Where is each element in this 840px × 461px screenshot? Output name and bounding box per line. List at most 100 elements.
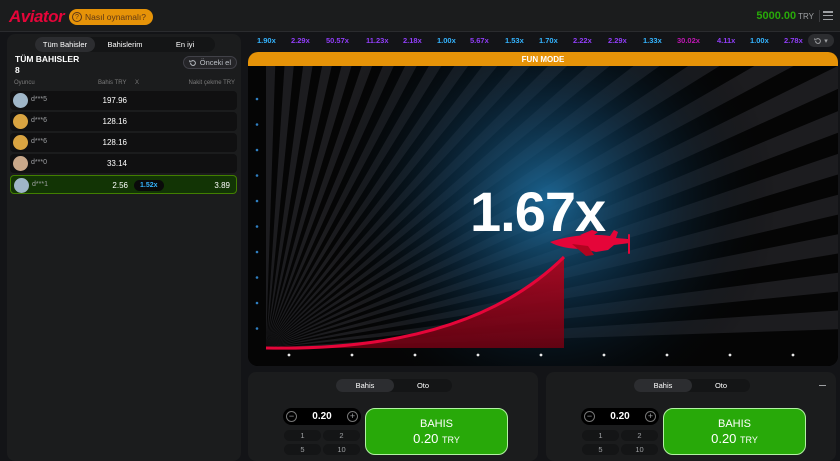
minus-icon[interactable]: − (584, 411, 595, 422)
bets-tabs: Tüm Bahisler Bahislerim En iyi (35, 37, 215, 52)
tab-bet[interactable]: Bahis (634, 379, 692, 392)
previous-round-button[interactable]: Önceki el (182, 56, 237, 69)
col-cashout: Nakit çekme TRY (188, 80, 235, 86)
y-axis-dot (255, 199, 259, 203)
history-item[interactable]: 2.22x (573, 36, 592, 45)
plus-icon[interactable]: + (347, 411, 358, 422)
tab-auto[interactable]: Oto (394, 379, 452, 392)
col-player: Oyuncu (14, 80, 35, 86)
tab-bet[interactable]: Bahis (336, 379, 394, 392)
history-item[interactable]: 50.57x (326, 36, 349, 45)
bet-panel-1: Bahis Oto − 0.20 + 1 2 5 10 BAHIS 0.20 T… (248, 372, 538, 461)
x-axis-dot (476, 353, 480, 357)
bet-amount-controls: − 0.20 + 1 2 5 10 (581, 408, 659, 458)
bet-amount-stepper: − 0.20 + (283, 408, 361, 425)
y-axis-dot (255, 276, 259, 279)
chevron-down-icon: ▾ (824, 37, 828, 45)
minus-icon[interactable]: − (286, 411, 297, 422)
place-bet-button[interactable]: BAHIS 0.20 TRY (365, 408, 508, 455)
history-item[interactable]: 1.00x (750, 36, 769, 45)
player-name: d***6 (31, 117, 47, 124)
bet-button-amount: 0.20 TRY (711, 431, 758, 446)
quick-amount-button[interactable]: 10 (621, 444, 658, 455)
bet-amount-stepper: − 0.20 + (581, 408, 659, 425)
quick-amount-button[interactable]: 5 (582, 444, 619, 455)
quick-amount-button[interactable]: 1 (582, 430, 619, 441)
bet-amount: 197.96 (102, 96, 127, 105)
y-axis-dot (255, 225, 259, 228)
bet-amount-value[interactable]: 0.20 (312, 411, 331, 422)
balance-amount: 5000.00 (756, 10, 797, 22)
history-item[interactable]: 11.23x (366, 36, 389, 45)
how-to-play-button[interactable]: ? Nasıl oynamalı? (69, 9, 153, 25)
tab-top[interactable]: En iyi (155, 37, 215, 52)
history-item[interactable]: 2.18x (403, 36, 422, 45)
col-x: X (135, 80, 140, 86)
bet-button-label: BAHIS (717, 417, 751, 430)
history-item[interactable]: 2.29x (291, 36, 310, 45)
history-item[interactable]: 4.11x (717, 36, 735, 45)
y-axis-dot (255, 97, 259, 101)
quick-amount-button[interactable]: 2 (323, 430, 360, 441)
bet-amount: 128.16 (102, 138, 127, 147)
y-axis-dot (255, 327, 259, 330)
quick-amount-button[interactable]: 5 (284, 444, 321, 455)
quick-amount-button[interactable]: 1 (284, 430, 321, 441)
bet-amount-value[interactable]: 0.20 (610, 411, 629, 422)
balance: 5000.00 TRY (756, 10, 814, 22)
cashout-multiplier-badge: 1.52x (134, 180, 164, 191)
question-icon: ? (72, 12, 82, 22)
bet-row: d***6 128.16 (10, 112, 237, 131)
history-item[interactable]: 2.78x (784, 36, 803, 45)
history-item[interactable]: 1.90x (257, 36, 276, 45)
tab-my-bets[interactable]: Bahislerim (95, 37, 155, 52)
header-divider (819, 10, 820, 22)
round-history-bar: 1.90x 2.29x 50.57x 11.23x 2.18x 1.00x 5.… (248, 34, 838, 48)
how-to-play-label: Nasıl oynamalı? (85, 12, 146, 22)
history-item[interactable]: 1.70x (539, 36, 558, 45)
cashout-amount: 3.89 (214, 181, 230, 190)
history-item[interactable]: 2.29x (608, 36, 627, 45)
tab-all-bets[interactable]: Tüm Bahisler (35, 37, 95, 52)
bet-amount: 2.56 (112, 181, 128, 190)
bets-panel: Tüm Bahisler Bahislerim En iyi TÜM BAHIS… (7, 34, 241, 461)
history-toggle-button[interactable]: ▾ (808, 34, 834, 47)
bet-button-label: BAHIS (419, 417, 453, 430)
x-axis-dot (350, 353, 354, 357)
x-axis-dot (791, 353, 795, 357)
all-bets-count: 8 (15, 65, 20, 75)
player-name: d***6 (31, 138, 47, 145)
balance-currency: TRY (798, 12, 814, 21)
history-item[interactable]: 1.00x (437, 36, 456, 45)
bet-amount-controls: − 0.20 + 1 2 5 10 (283, 408, 361, 458)
quick-amount-button[interactable]: 2 (621, 430, 658, 441)
aviator-logo[interactable]: Aviator (9, 7, 65, 27)
bet-row-cashed-out: d***1 2.56 1.52x 3.89 (10, 175, 237, 194)
fun-mode-banner: FUN MODE (248, 52, 838, 66)
y-axis-dot (255, 301, 259, 305)
bet-button-value: 0.20 (711, 430, 737, 446)
avatar (13, 114, 28, 129)
place-bet-button[interactable]: BAHIS 0.20 TRY (663, 408, 806, 455)
x-axis-dot (665, 353, 669, 357)
history-item[interactable]: 30.02x (677, 36, 700, 45)
top-bar: Aviator ? Nasıl oynamalı? 5000.00 TRY (0, 0, 840, 32)
hamburger-menu-icon[interactable] (823, 11, 833, 20)
history-item[interactable]: 5.67x (470, 36, 489, 45)
bet-amount: 33.14 (106, 159, 127, 168)
bet-button-currency: TRY (740, 434, 758, 445)
tab-auto[interactable]: Oto (692, 379, 750, 392)
history-item[interactable]: 1.53x (505, 36, 524, 45)
x-axis-dot (413, 353, 417, 357)
x-axis-dot (602, 353, 606, 357)
history-item[interactable]: 1.33x (643, 36, 662, 45)
plus-icon[interactable]: + (645, 411, 656, 422)
bet-button-value: 0.20 (413, 430, 439, 446)
quick-amount-button[interactable]: 10 (323, 444, 360, 455)
bet-row: d***6 128.16 (10, 133, 237, 152)
player-name: d***0 (31, 159, 47, 166)
bet-button-currency: TRY (442, 434, 460, 445)
remove-panel-icon[interactable] (819, 385, 826, 386)
bet-button-amount: 0.20 TRY (413, 431, 460, 446)
x-axis-dot (287, 353, 291, 357)
